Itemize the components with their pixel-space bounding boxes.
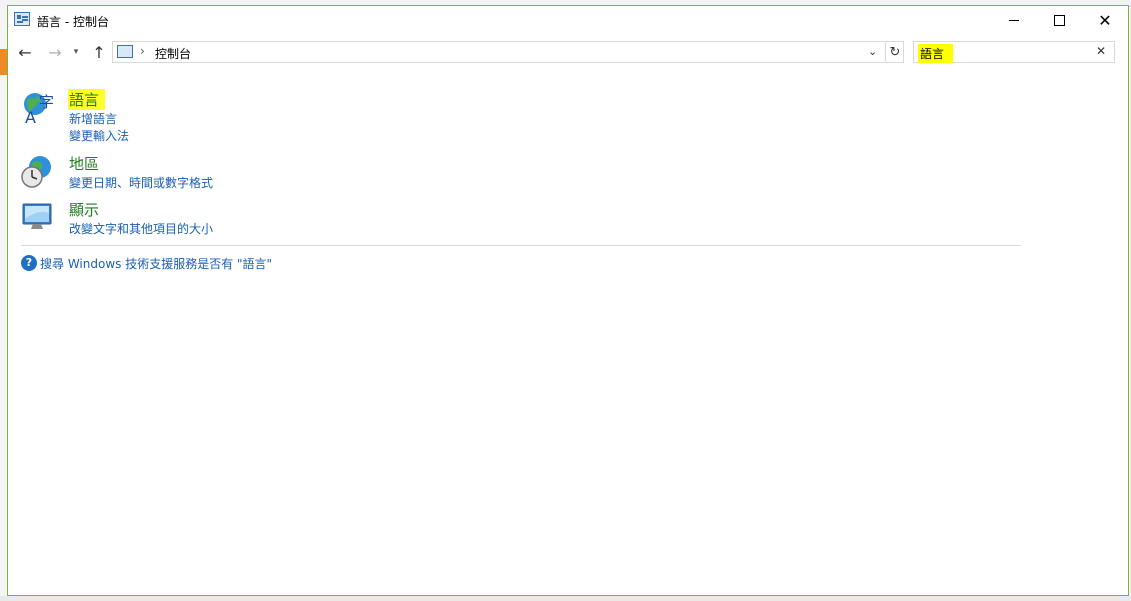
clear-search-button[interactable]: ✕ <box>1096 44 1106 58</box>
close-button[interactable]: ✕ <box>1082 6 1128 35</box>
result-heading-region[interactable]: 地區 <box>69 153 99 174</box>
result-heading-language[interactable]: 語言 <box>68 89 106 110</box>
refresh-icon: ↻ <box>889 44 901 60</box>
maximize-button[interactable] <box>1036 6 1082 35</box>
address-bar[interactable]: › 控制台 ⌄ ↻ <box>112 41 904 63</box>
control-panel-window: 語言 - 控制台 ✕ ← → ▾ ↑ › 控制台 ⌄ ↻ 語言 ✕ 字 A 語言… <box>7 5 1129 596</box>
up-arrow-icon: ↑ <box>92 42 106 62</box>
results-divider <box>21 245 1021 246</box>
search-results: 字 A 語言 新增語言 變更輸入法 地區 變更日期、時間或數字格式 顯示 改變文… <box>8 69 1128 589</box>
minimize-icon <box>1009 20 1019 21</box>
background-window-edge <box>0 6 7 601</box>
back-arrow-icon: ← <box>18 42 32 62</box>
link-add-language[interactable]: 新增語言 <box>69 110 117 127</box>
search-input[interactable]: 語言 ✕ <box>913 41 1115 63</box>
monitor-icon[interactable] <box>20 199 56 235</box>
refresh-button[interactable]: ↻ <box>885 42 904 62</box>
result-heading-display[interactable]: 顯示 <box>69 199 99 220</box>
control-panel-icon <box>14 12 30 26</box>
breadcrumb-control-panel[interactable]: 控制台 <box>155 45 191 62</box>
maximize-icon <box>1053 15 1065 26</box>
chevron-down-icon: ▾ <box>73 47 79 57</box>
background-bottom-edge <box>0 596 1131 601</box>
minimize-button[interactable] <box>991 6 1037 35</box>
link-change-date-time-format[interactable]: 變更日期、時間或數字格式 <box>69 174 213 191</box>
link-change-input-method[interactable]: 變更輸入法 <box>69 127 129 144</box>
up-button[interactable]: ↑ <box>88 41 110 63</box>
navigation-bar: ← → ▾ ↑ › 控制台 ⌄ ↻ 語言 ✕ <box>8 35 1128 69</box>
address-dropdown-icon[interactable]: ⌄ <box>868 45 877 58</box>
forward-button[interactable]: → <box>44 41 66 63</box>
svg-text:字: 字 <box>39 93 54 111</box>
background-accent <box>0 49 7 75</box>
language-globe-icon[interactable]: 字 A <box>20 89 56 125</box>
title-bar[interactable]: 語言 - 控制台 ✕ <box>8 6 1128 35</box>
help-search-text[interactable]: 搜尋 Windows 技術支援服務是否有 "語言" <box>40 255 272 272</box>
recent-locations-button[interactable]: ▾ <box>69 41 83 63</box>
forward-arrow-icon: → <box>48 42 62 62</box>
link-change-text-size[interactable]: 改變文字和其他項目的大小 <box>69 220 213 237</box>
back-button[interactable]: ← <box>14 41 36 63</box>
svg-text:A: A <box>25 108 36 125</box>
help-icon: ? <box>21 255 37 271</box>
globe-clock-icon[interactable] <box>20 153 56 189</box>
window-title: 語言 - 控制台 <box>37 15 109 29</box>
close-icon: ✕ <box>1098 11 1112 30</box>
breadcrumb-separator-icon[interactable]: › <box>140 44 145 58</box>
control-panel-icon <box>117 45 133 58</box>
search-query[interactable]: 語言 <box>918 44 954 63</box>
close-icon: ✕ <box>1096 44 1107 58</box>
